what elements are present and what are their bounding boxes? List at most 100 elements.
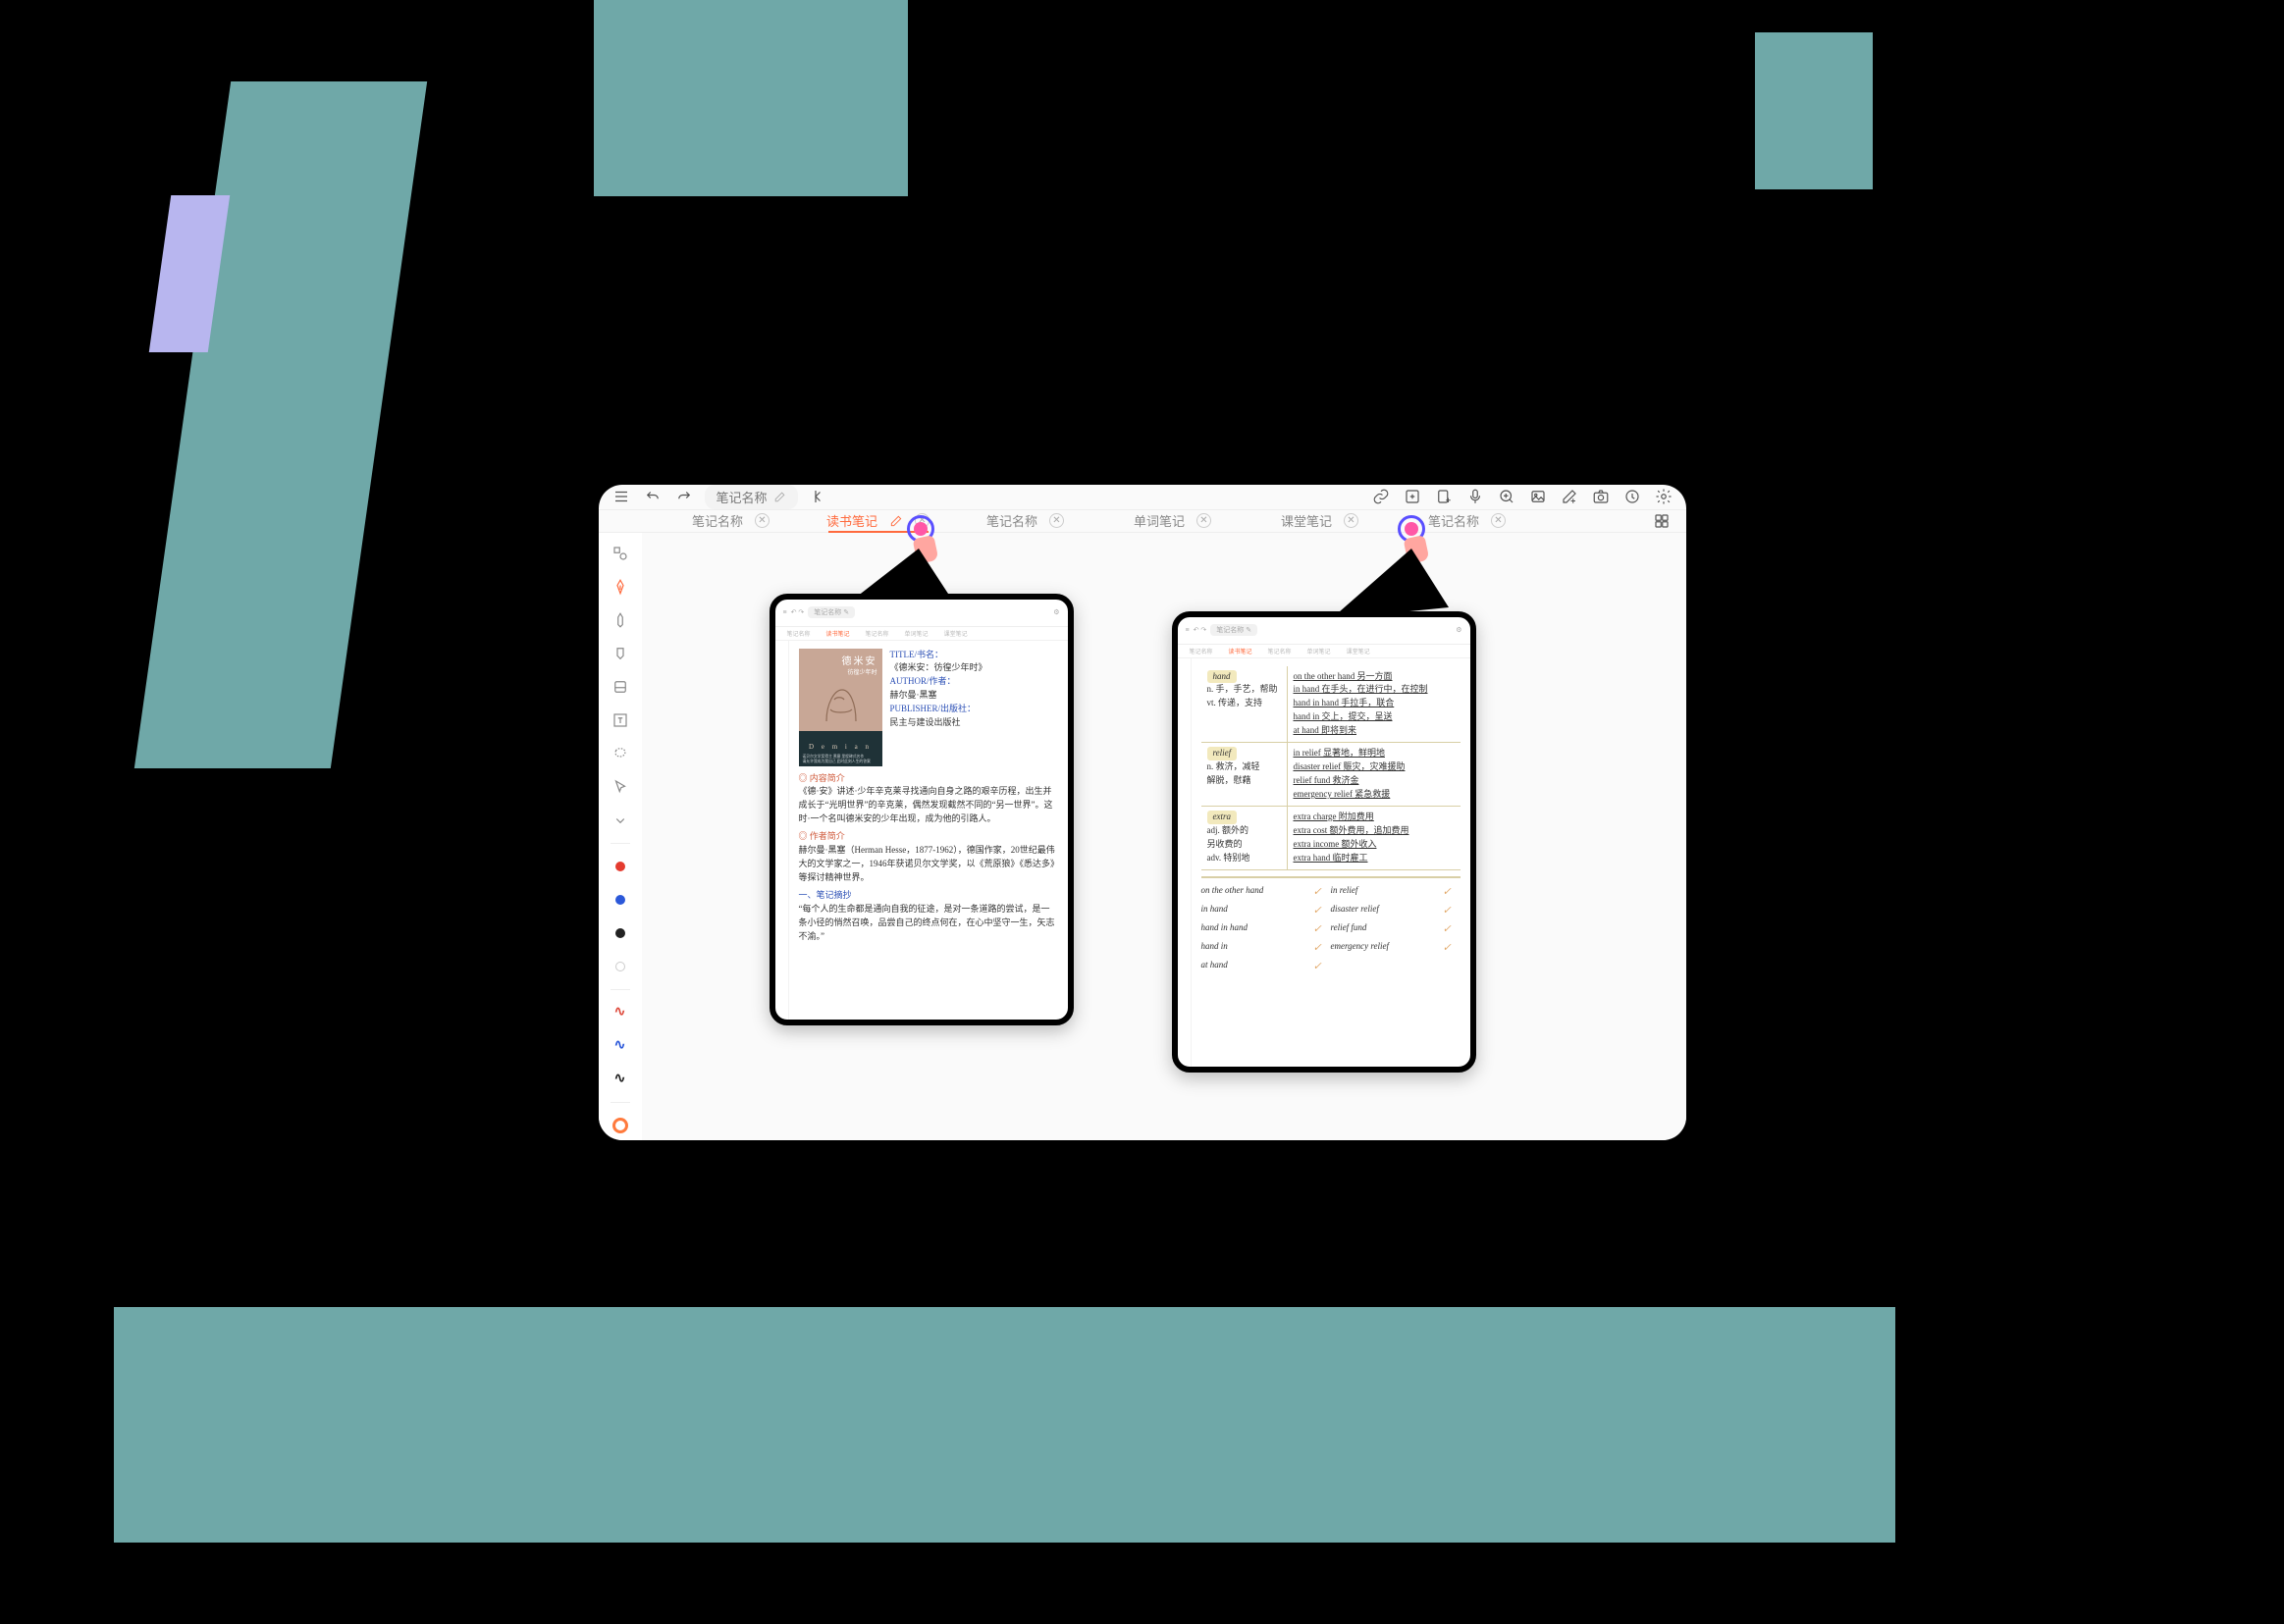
fountain-pen-tool-icon[interactable] — [607, 574, 634, 600]
section-body: “每个人的生命都是通向自我的征途，是对一条道路的尝试，是一条小径的悄然召唤，品尝… — [799, 903, 1058, 944]
color-swatch-blue[interactable] — [607, 887, 634, 913]
camera-icon[interactable] — [1590, 486, 1612, 507]
close-icon[interactable]: ✕ — [1196, 513, 1211, 528]
summary-term: hand in — [1201, 940, 1313, 957]
lasso-tool-icon[interactable] — [607, 741, 634, 766]
stroke-style-red[interactable]: ∿ — [607, 1000, 634, 1025]
link-icon[interactable] — [1370, 486, 1392, 507]
collapse-left-icon[interactable] — [808, 486, 829, 507]
close-icon[interactable]: ✕ — [1344, 513, 1358, 528]
tab-strip: 笔记名称 ✕ 读书笔记 ✕ 笔记名称 ✕ 单词笔记 ✕ 课堂笔记 ✕ 笔记名称 — [599, 510, 1686, 533]
word-pos: adj. 额外的 — [1207, 825, 1249, 835]
check-icon: ✓ — [1443, 921, 1461, 938]
tab-grid-icon[interactable] — [1651, 510, 1673, 532]
size-ring-orange[interactable] — [607, 1113, 634, 1138]
phrase: at hand 即将到来 — [1294, 725, 1357, 735]
tab-label: 课堂笔记 — [1281, 511, 1332, 530]
redo-icon[interactable] — [673, 486, 695, 507]
close-icon[interactable]: ✕ — [1049, 513, 1064, 528]
word-block: relief n. 救济，减轻 解脱，慰藉 — [1201, 743, 1288, 807]
microphone-icon[interactable] — [1464, 486, 1486, 507]
color-swatch-red[interactable] — [607, 854, 634, 879]
close-icon[interactable]: ✕ — [755, 513, 770, 528]
undo-icon[interactable] — [642, 486, 664, 507]
chevron-down-icon[interactable] — [607, 808, 634, 833]
eraser-tool-icon[interactable] — [607, 674, 634, 700]
tab-reading-notes[interactable]: 读书笔记 ✕ — [805, 510, 952, 532]
phrase: extra charge 附加费用 — [1294, 812, 1374, 821]
stroke-style-blue[interactable]: ∿ — [607, 1033, 634, 1059]
preview-tabstrip: 笔记名称读书笔记笔记名称单词笔记课堂笔记 — [1178, 645, 1470, 658]
tab-label: 笔记名称 — [692, 511, 743, 530]
separator — [611, 843, 630, 844]
zoom-in-icon[interactable] — [1496, 486, 1517, 507]
tab-label: 单词笔记 — [1134, 511, 1185, 530]
top-toolbar: 笔记名称 — [599, 485, 1686, 510]
add-page-icon[interactable] — [1402, 486, 1423, 507]
image-icon[interactable] — [1527, 486, 1549, 507]
summary-block: on the other hand✓ in relief✓ in hand✓ d… — [1201, 876, 1461, 975]
tab-class-notes[interactable]: 课堂笔记 ✕ — [1247, 510, 1394, 532]
phrase: extra income 额外收入 — [1294, 839, 1377, 849]
summary-term: in hand — [1201, 903, 1313, 919]
preview-topbar: ≡↶ ↷笔记名称 ✎ ⚙ — [1178, 617, 1470, 645]
tab-note-1[interactable]: 笔记名称 ✕ — [658, 510, 805, 532]
bg-shape — [134, 81, 427, 768]
phrase: in hand 在手头，在进行中，在控制 — [1294, 684, 1428, 694]
close-icon[interactable]: ✕ — [1491, 513, 1506, 528]
tab-label: 笔记名称 — [1428, 511, 1479, 530]
shapes-tool-icon[interactable] — [607, 541, 634, 566]
clock-icon[interactable] — [1621, 486, 1643, 507]
pencil-tool-icon[interactable] — [607, 607, 634, 633]
page-canvas[interactable]: ≡↶ ↷笔记名称 ✎ ⚙ 笔记名称读书笔记笔记名称单词笔记课堂笔记 德米安 彷徨… — [642, 533, 1686, 1140]
stroke-style-black[interactable]: ∿ — [607, 1067, 634, 1092]
tab-note-3[interactable]: 笔记名称 ✕ — [1394, 510, 1541, 532]
book-cover: 德米安 彷徨少年时 D e m i a n 诺贝尔文学奖得主 黑塞 里程碑式名作… — [799, 649, 882, 766]
settings-icon[interactable] — [1653, 486, 1674, 507]
tab-label: 读书笔记 — [826, 511, 877, 530]
cornell-grid: hand n. 手，手艺，帮助 vt. 传递，支持 on the other h… — [1201, 666, 1461, 870]
tab-note-2[interactable]: 笔记名称 ✕ — [952, 510, 1099, 532]
phrase: extra cost 额外费用，追加费用 — [1294, 825, 1409, 835]
section-heading: 一、笔记摘抄 — [799, 889, 1058, 903]
section-body: 赫尔曼·黑塞（Herman Hesse，1877-1962），德国作家，20世纪… — [799, 844, 1058, 885]
phrase-block: extra charge 附加费用 extra cost 额外费用，追加费用 e… — [1288, 807, 1461, 870]
menu-icon[interactable] — [611, 486, 632, 507]
note-add-icon[interactable] — [1433, 486, 1455, 507]
phrase: emergency relief 紧急救援 — [1294, 789, 1391, 799]
tab-vocab-notes[interactable]: 单词笔记 ✕ — [1099, 510, 1247, 532]
summary-term: on the other hand — [1201, 884, 1313, 901]
highlighter-tool-icon[interactable] — [607, 641, 634, 666]
phrase: extra hand 临时雇工 — [1294, 853, 1368, 863]
check-icon: ✓ — [1443, 903, 1461, 919]
word-pos: 另收费的 — [1207, 839, 1243, 849]
section-heading: ◎ 作者简介 — [799, 830, 1058, 844]
separator — [611, 989, 630, 990]
word-head: relief — [1207, 747, 1238, 760]
pointer-tool-icon[interactable] — [607, 774, 634, 800]
color-swatch-white[interactable] — [607, 954, 634, 979]
word-pos: 解脱，慰藉 — [1207, 775, 1251, 785]
word-pos: vt. 传递，支持 — [1207, 698, 1263, 707]
note-title-field[interactable]: 笔记名称 — [705, 485, 798, 509]
phrase: disaster relief 赈灾，灾难援助 — [1294, 761, 1406, 771]
bg-shape — [114, 1307, 1895, 1543]
close-icon[interactable]: ✕ — [915, 513, 930, 528]
tool-rail: ∿ ∿ ∿ + — [599, 533, 642, 1140]
text-tool-icon[interactable] — [607, 707, 634, 733]
summary-term: hand in hand — [1201, 921, 1313, 938]
summary-term: disaster relief — [1331, 903, 1443, 919]
preview-page: 德米安 彷徨少年时 D e m i a n 诺贝尔文学奖得主 黑塞 里程碑式名作… — [789, 641, 1068, 1020]
tab-label: 笔记名称 — [986, 511, 1037, 530]
color-swatch-black[interactable] — [607, 920, 634, 946]
check-icon: ✓ — [1313, 903, 1331, 919]
book-cover-title: 德米安 — [804, 655, 877, 670]
book-cover-subtitle: 彷徨少年时 — [804, 669, 877, 678]
check-icon: ✓ — [1313, 921, 1331, 938]
phrase: hand in hand 手拉手，联合 — [1294, 698, 1395, 707]
phrase: hand in 交上，提交，呈送 — [1294, 711, 1393, 721]
check-icon: ✓ — [1313, 940, 1331, 957]
word-pos: n. 手，手艺，帮助 — [1207, 684, 1278, 694]
pen-add-icon[interactable] — [1559, 486, 1580, 507]
editor-area: ∿ ∿ ∿ + — [599, 533, 1686, 1140]
